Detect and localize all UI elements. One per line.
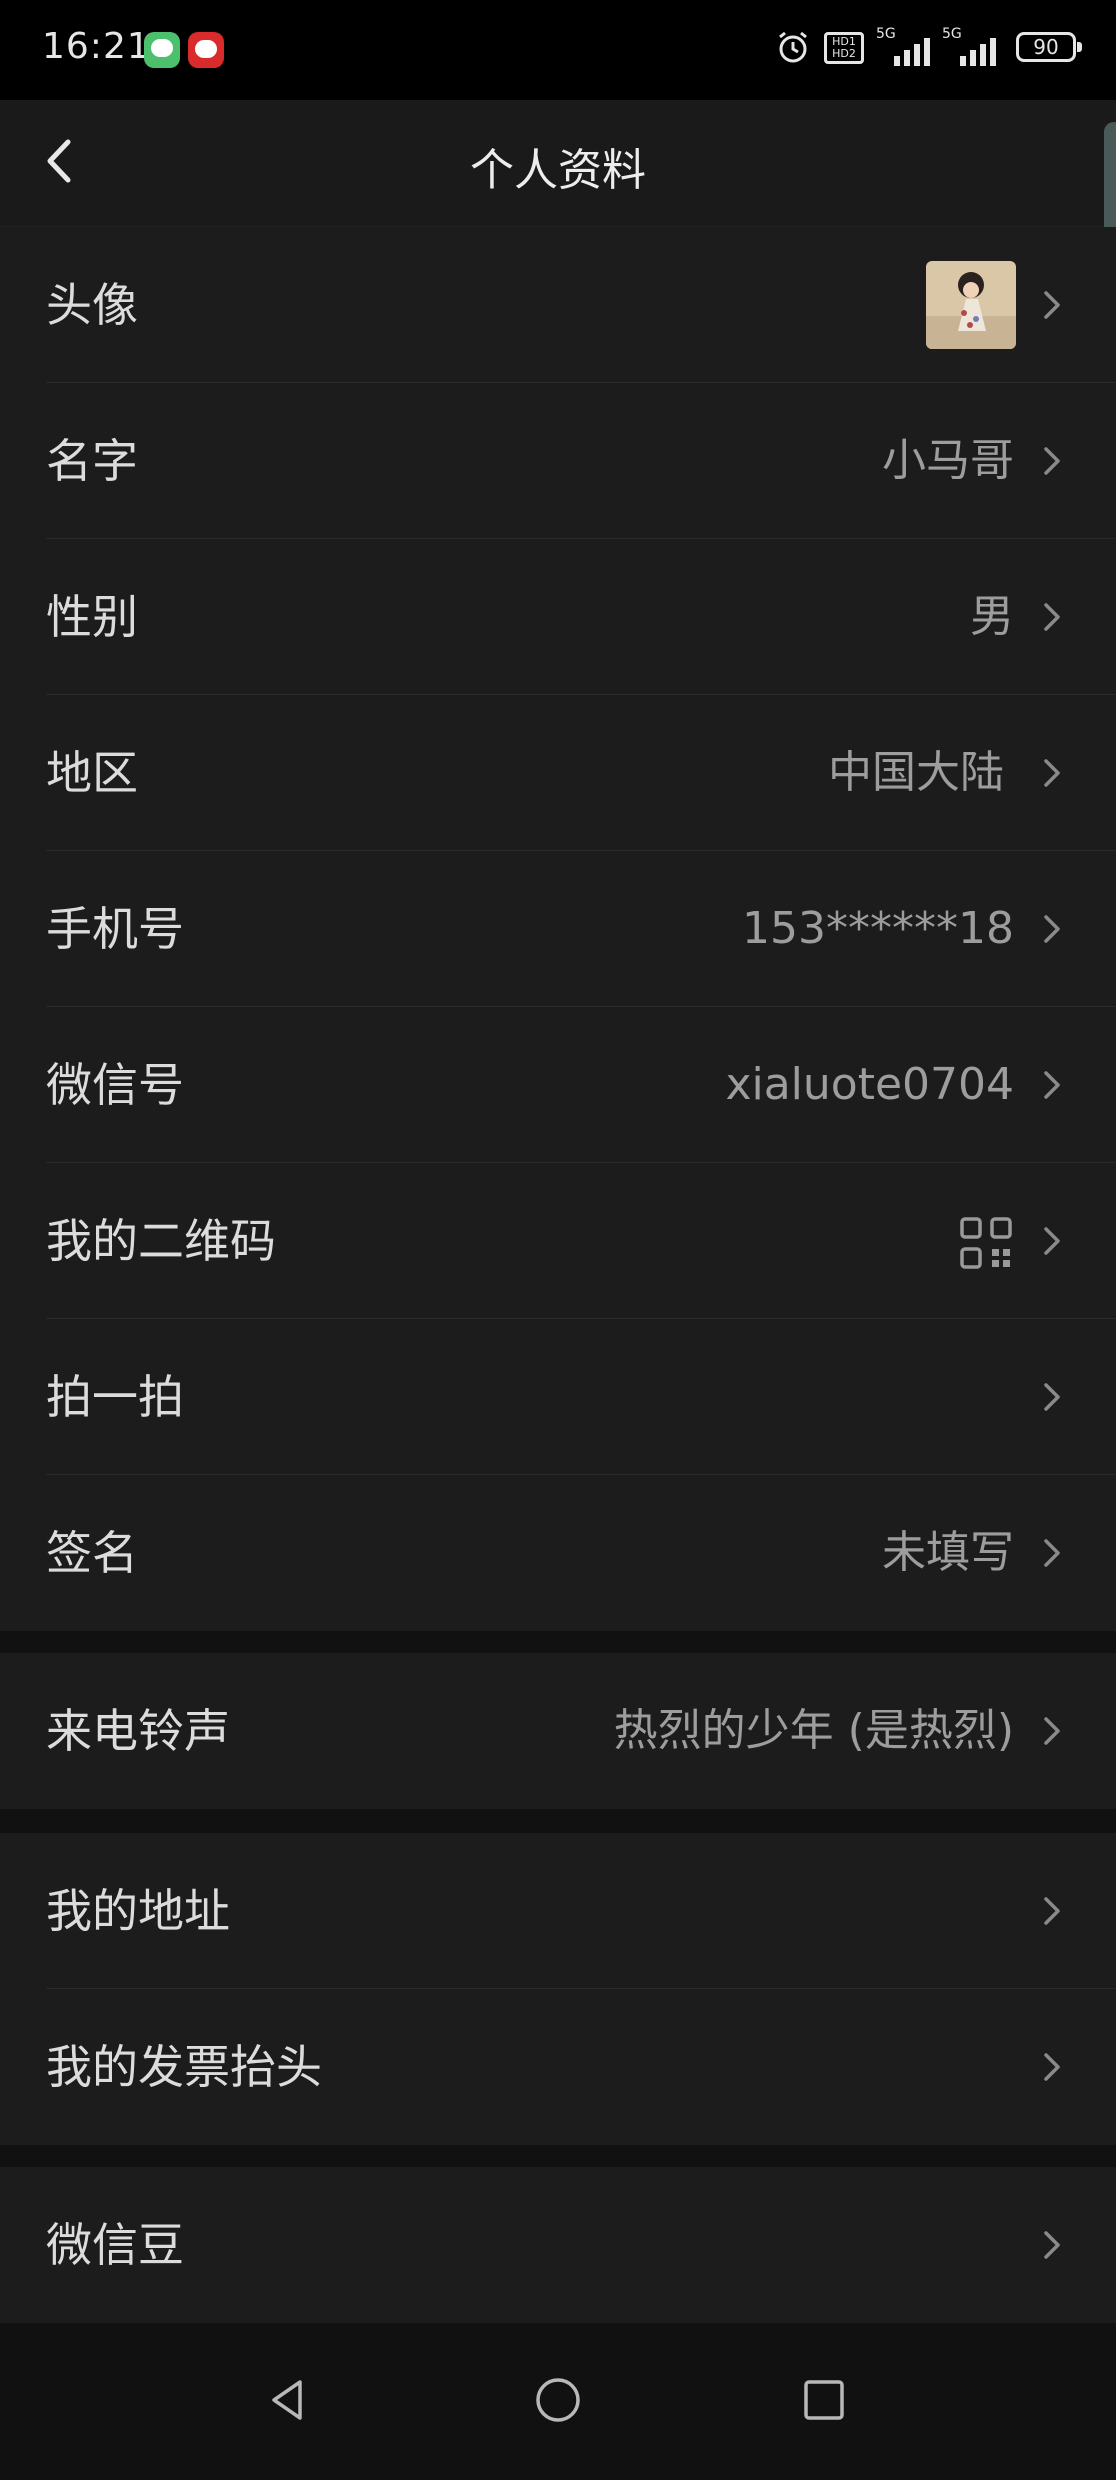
home-circle-icon xyxy=(536,2378,580,2422)
pat-row[interactable]: 拍一拍 xyxy=(0,1319,1116,1475)
chevron-right-icon xyxy=(1044,1539,1060,1567)
status-indicators: HD1 HD2 5G 5G 90 xyxy=(776,24,1082,76)
phone-label: 手机号 xyxy=(46,902,184,956)
name-value: 小马哥 xyxy=(882,435,1014,486)
wechat-id-value: xialuote0704 xyxy=(725,1059,1014,1110)
nav-home-button[interactable] xyxy=(528,2370,588,2430)
nav-recents-button[interactable] xyxy=(794,2370,854,2430)
chevron-right-icon xyxy=(1044,2053,1060,2081)
avatar xyxy=(926,261,1016,349)
region-row[interactable]: 地区 中国大陆 xyxy=(0,695,1116,851)
status-time: 16:21 xyxy=(42,26,151,67)
network-type-2: 5G xyxy=(942,26,962,42)
wechat-id-row[interactable]: 微信号 xialuote0704 xyxy=(0,1007,1116,1163)
phone-value: 153******18 xyxy=(742,903,1014,954)
beans-section: 微信豆 xyxy=(0,2167,1116,2323)
chevron-right-icon xyxy=(1044,915,1060,943)
wechat-beans-row[interactable]: 微信豆 xyxy=(0,2167,1116,2323)
chevron-right-icon xyxy=(1044,291,1060,319)
gender-value: 男 xyxy=(970,591,1014,642)
signature-row[interactable]: 签名 未填写 xyxy=(0,1475,1116,1631)
profile-section: 头像 名字 小马哥 性别 男 地区 中国大陆 手机号 153******18 微… xyxy=(0,227,1116,1631)
signal-icon-2: 5G xyxy=(942,26,998,66)
invoice-label: 我的发票抬头 xyxy=(46,2040,322,2094)
ringtone-section: 来电铃声 热烈的少年 (是热烈) xyxy=(0,1653,1116,1809)
avatar-row[interactable]: 头像 xyxy=(0,227,1116,383)
region-value: 中国大陆 xyxy=(828,747,1004,798)
wechat-beans-label: 微信豆 xyxy=(46,2218,184,2272)
qr-code-icon xyxy=(960,1217,1012,1269)
wechat-id-label: 微信号 xyxy=(46,1058,184,1112)
ringtone-label: 来电铃声 xyxy=(46,1704,230,1758)
chevron-right-icon xyxy=(1044,1227,1060,1255)
address-section: 我的地址 我的发票抬头 xyxy=(0,1833,1116,2145)
page-header: 个人资料 xyxy=(0,100,1116,227)
qrcode-label: 我的二维码 xyxy=(46,1214,276,1268)
chevron-right-icon xyxy=(1044,447,1060,475)
recents-square-icon xyxy=(804,2380,844,2420)
back-triangle-icon xyxy=(272,2380,302,2420)
nav-back-button[interactable] xyxy=(258,2370,318,2430)
chevron-right-icon xyxy=(1044,1383,1060,1411)
system-nav-bar xyxy=(0,2330,1116,2480)
gender-label: 性别 xyxy=(46,590,138,644)
chevron-right-icon xyxy=(1044,1717,1060,1745)
status-bar: 16:21 HD1 HD2 5G 5G 90 xyxy=(0,0,1116,100)
pat-label: 拍一拍 xyxy=(46,1370,184,1424)
region-label: 地区 xyxy=(46,746,138,800)
qrcode-row[interactable]: 我的二维码 xyxy=(0,1163,1116,1319)
chevron-right-icon xyxy=(1044,1897,1060,1925)
message-app-icon xyxy=(144,32,180,68)
chevron-right-icon xyxy=(1044,1071,1060,1099)
signature-value: 未填写 xyxy=(882,1527,1014,1578)
phone-row[interactable]: 手机号 153******18 xyxy=(0,851,1116,1007)
my-address-row[interactable]: 我的地址 xyxy=(0,1833,1116,1989)
gender-row[interactable]: 性别 男 xyxy=(0,539,1116,695)
chevron-right-icon xyxy=(1044,759,1060,787)
battery-icon: 90 xyxy=(1016,32,1082,62)
chevron-right-icon xyxy=(1044,603,1060,631)
chevron-right-icon xyxy=(1044,2231,1060,2259)
ringtone-value: 热烈的少年 (是热烈) xyxy=(613,1705,1014,1756)
page-title: 个人资料 xyxy=(470,145,646,196)
ringtone-row[interactable]: 来电铃声 热烈的少年 (是热烈) xyxy=(0,1653,1116,1809)
signature-label: 签名 xyxy=(46,1526,138,1580)
avatar-label: 头像 xyxy=(46,278,138,332)
alarm-icon xyxy=(779,31,807,63)
name-row[interactable]: 名字 小马哥 xyxy=(0,383,1116,539)
name-label: 名字 xyxy=(46,434,138,488)
invoice-row[interactable]: 我的发票抬头 xyxy=(0,1989,1116,2145)
hd-icon: HD1 HD2 xyxy=(824,32,864,64)
my-address-label: 我的地址 xyxy=(46,1884,230,1938)
panda-app-icon xyxy=(188,32,224,68)
signal-icon: 5G xyxy=(876,26,932,66)
network-type: 5G xyxy=(876,26,896,42)
